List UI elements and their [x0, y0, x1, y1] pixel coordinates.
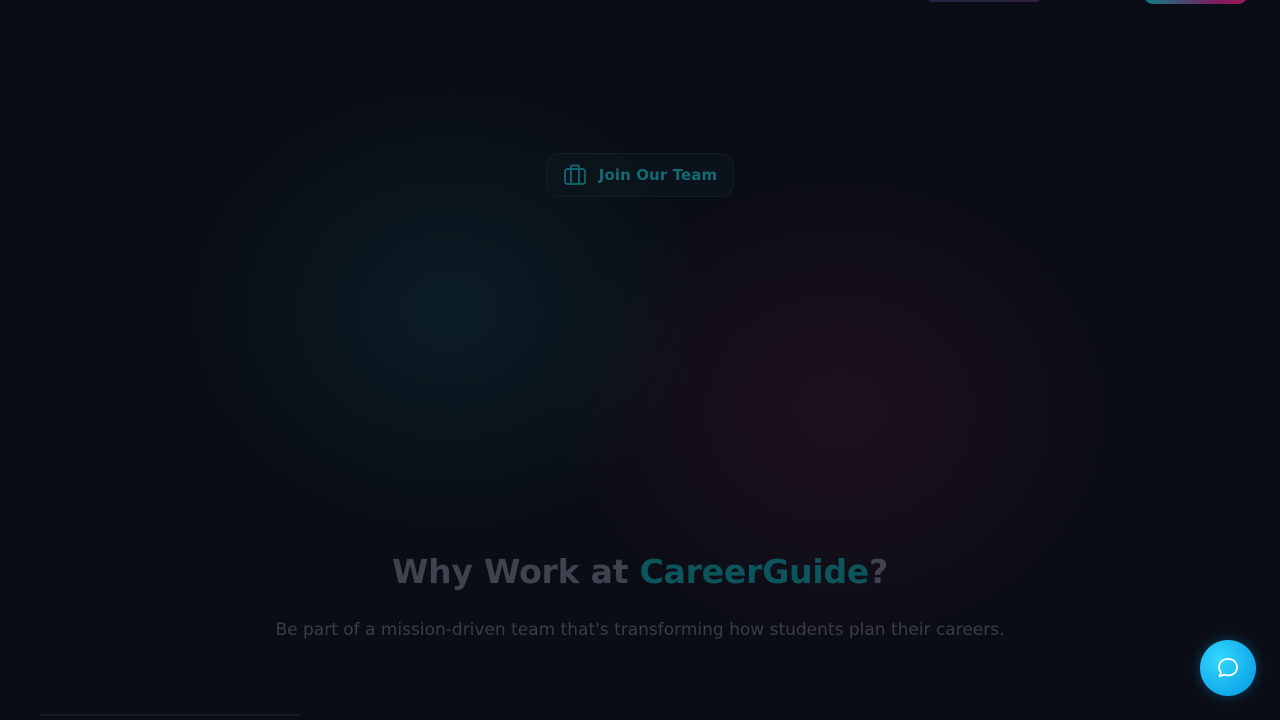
section-title-prefix: Why Work at [391, 552, 640, 591]
section-subtitle: Be part of a mission-driven team that's … [275, 620, 1005, 640]
chat-button[interactable] [1200, 640, 1256, 696]
section-title: Why Work at CareerGuide? [0, 552, 1280, 591]
nav-pill[interactable] [928, 0, 1040, 2]
careers-page: Join Our Team Why Work at CareerGuide? B… [0, 0, 1280, 720]
join-team-badge: Join Our Team [546, 153, 734, 197]
section-title-suffix: ? [869, 552, 889, 591]
divider [40, 714, 300, 716]
nav-cta-button[interactable] [1144, 0, 1247, 4]
chat-bubble-icon [1215, 655, 1241, 681]
join-team-label: Join Our Team [598, 166, 718, 184]
section-title-brand: CareerGuide [639, 552, 870, 591]
briefcase-icon [563, 164, 587, 186]
